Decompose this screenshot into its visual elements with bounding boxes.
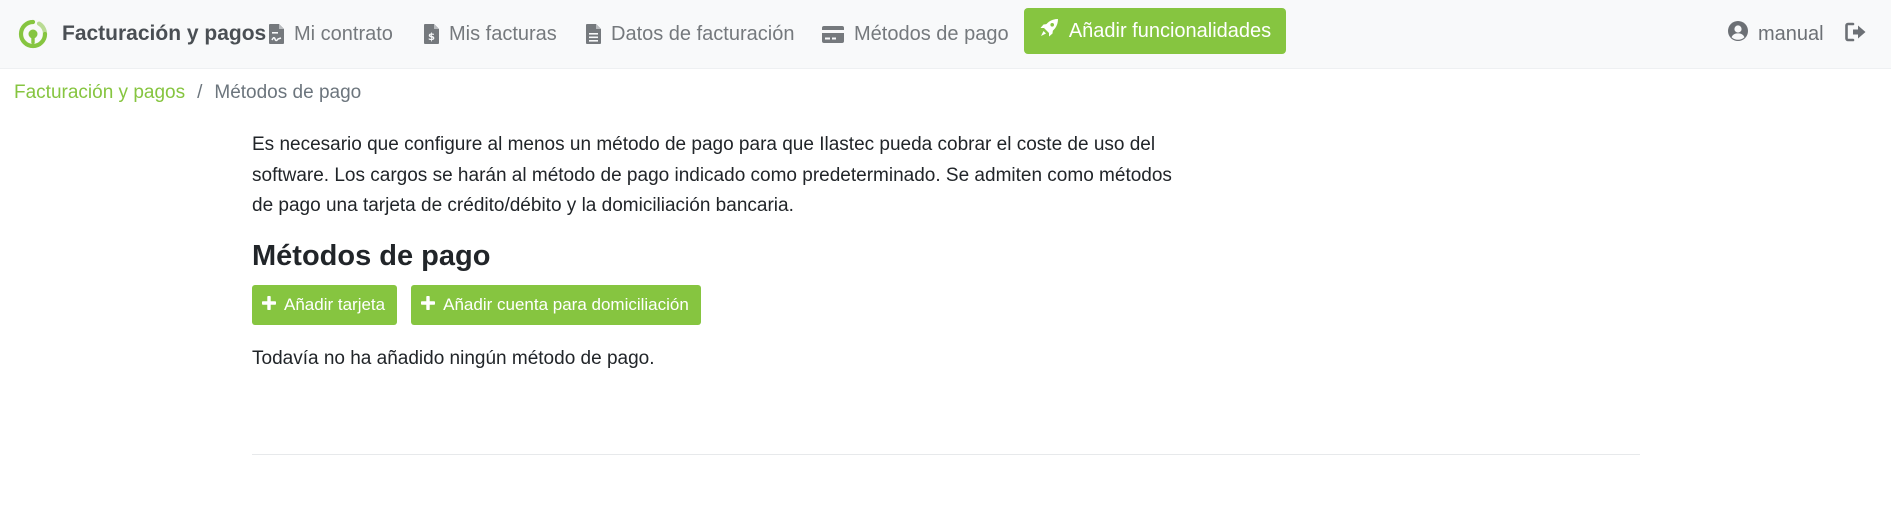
rocket-icon <box>1039 18 1059 44</box>
user-menu[interactable]: manual <box>1728 16 1824 52</box>
user-circle-icon <box>1728 21 1748 47</box>
nav-link-mi-contrato[interactable]: Mi contrato <box>269 16 393 52</box>
file-contract-icon <box>269 24 284 44</box>
plus-icon <box>262 295 276 315</box>
add-card-label: Añadir tarjeta <box>284 295 386 314</box>
top-navbar: Facturación y pagos Mi contrato $ Mis fa… <box>0 0 1891 69</box>
intro-text: Es necesario que configure al menos un m… <box>252 134 1172 216</box>
billing-logo-icon <box>18 19 48 49</box>
nav-link-metodos-pago[interactable]: Métodos de pago <box>822 16 1009 52</box>
file-invoice-dollar-icon: $ <box>424 24 439 44</box>
breadcrumb-link-parent[interactable]: Facturación y pagos <box>14 82 185 104</box>
breadcrumb: Facturación y pagos / Métodos de pago <box>14 82 361 104</box>
plus-icon <box>421 295 436 315</box>
credit-card-icon <box>822 25 844 43</box>
add-features-label: Añadir funcionalidades <box>1068 19 1272 42</box>
file-alt-icon <box>586 24 601 44</box>
breadcrumb-separator: / <box>197 82 203 103</box>
add-bank-account-button[interactable]: Añadir cuenta para domiciliación <box>411 285 701 325</box>
empty-state-message: Todavía no ha añadido ningún método de p… <box>252 348 655 369</box>
add-features-button[interactable]: Añadir funcionalidades <box>1024 8 1286 54</box>
svg-text:$: $ <box>428 32 435 43</box>
main-content: Es necesario que configure al menos un m… <box>252 130 1642 369</box>
sign-out-icon[interactable] <box>1845 22 1869 46</box>
add-card-button[interactable]: Añadir tarjeta <box>252 285 398 325</box>
footer-divider <box>252 454 1640 455</box>
add-bank-account-label: Añadir cuenta para domiciliación <box>443 295 689 314</box>
nav-link-label: Datos de facturación <box>611 22 795 45</box>
brand-title: Facturación y pagos <box>62 22 267 45</box>
action-buttons: Añadir tarjeta Añadir cuenta para domici… <box>252 285 701 325</box>
nav-link-label: Mi contrato <box>294 22 393 45</box>
nav-link-label: Métodos de pago <box>854 22 1009 45</box>
username: manual <box>1758 22 1824 45</box>
nav-link-mis-facturas[interactable]: $ Mis facturas <box>424 16 557 52</box>
page-title: Métodos de pago <box>252 240 491 272</box>
brand-link[interactable]: Facturación y pagos <box>18 16 266 52</box>
breadcrumb-current: Métodos de pago <box>214 82 362 103</box>
nav-link-datos-facturacion[interactable]: Datos de facturación <box>586 16 794 52</box>
nav-link-label: Mis facturas <box>449 22 557 45</box>
